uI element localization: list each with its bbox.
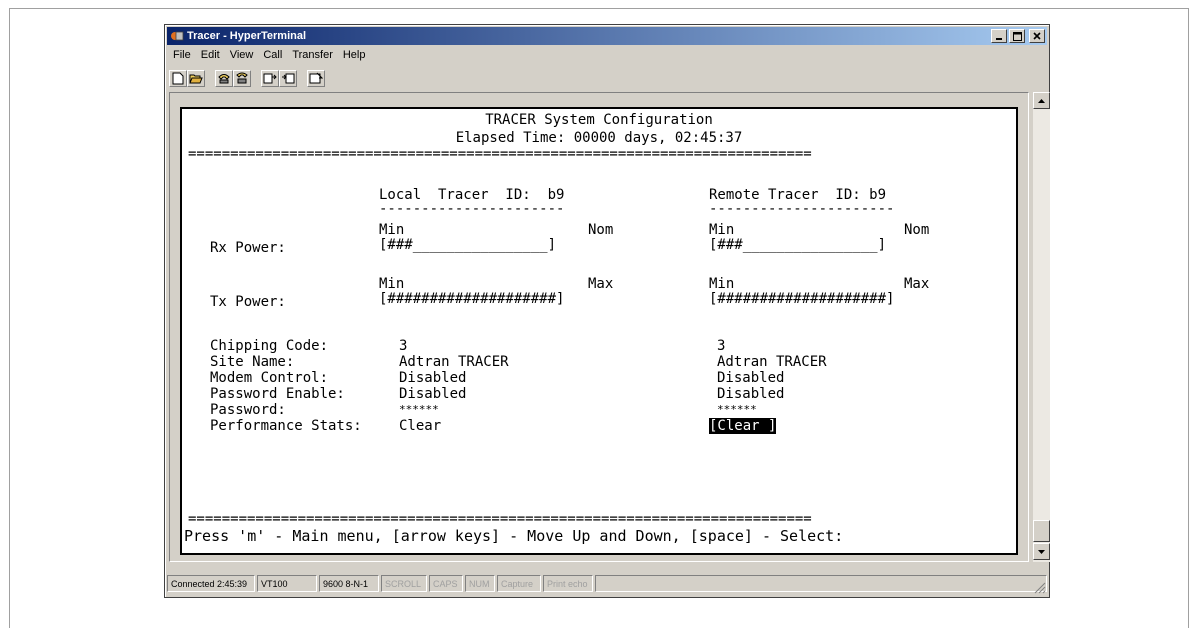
status-bar: Connected 2:45:39 VT100 9600 8-N-1 SCROL… <box>167 575 1047 595</box>
elapsed-time: Elapsed Time: 00000 days, 02:45:37 <box>455 130 743 146</box>
tx-remote-max: Max <box>904 276 930 292</box>
status-spacer <box>595 575 1047 592</box>
local-header-underline: ---------------------- <box>379 201 565 217</box>
rx-power-label: Rx Power: <box>210 240 286 256</box>
rx-local-min: Min <box>379 222 405 238</box>
password-enable-label: Password Enable: <box>210 386 345 402</box>
remote-header-underline: ---------------------- <box>709 201 895 217</box>
status-scroll: SCROLL <box>381 575 427 592</box>
top-separator: ========================================… <box>188 146 812 162</box>
modem-control-local: Disabled <box>399 370 467 386</box>
password-local: ****** <box>399 403 439 416</box>
tx-local-max: Max <box>588 276 614 292</box>
scroll-thumb[interactable] <box>1033 520 1050 542</box>
tx-remote-min: Min <box>709 276 735 292</box>
open-button[interactable] <box>187 69 205 87</box>
resize-grip-icon[interactable] <box>1034 582 1046 594</box>
arrow-up-icon <box>1038 98 1045 103</box>
command-prompt: Press 'm' - Main menu, [arrow keys] - Mo… <box>184 527 844 545</box>
status-print-echo: Print echo <box>543 575 593 592</box>
menu-transfer[interactable]: Transfer <box>288 46 339 64</box>
site-name-label: Site Name: <box>210 354 295 370</box>
disconnect-icon <box>236 72 248 84</box>
password-remote: ****** <box>717 403 757 416</box>
status-num: NUM <box>465 575 495 592</box>
status-caps: CAPS <box>429 575 463 592</box>
menu-edit[interactable]: Edit <box>197 46 226 64</box>
menu-view[interactable]: View <box>226 46 260 64</box>
window-title: Tracer - HyperTerminal <box>187 30 307 42</box>
chipping-code-remote: 3 <box>717 338 726 354</box>
scroll-down-button[interactable] <box>1033 543 1050 560</box>
chipping-code-label: Chipping Code: <box>210 338 329 354</box>
receive-button[interactable] <box>279 69 297 87</box>
performance-stats-remote-selected[interactable]: [Clear ] <box>709 418 777 434</box>
scroll-up-button[interactable] <box>1033 92 1050 109</box>
receive-icon <box>282 73 295 84</box>
password-enable-remote: Disabled <box>717 386 785 402</box>
properties-icon <box>309 72 323 84</box>
rx-remote-bar: [###________________] <box>709 237 887 253</box>
terminal-screen[interactable]: TRACER System Configuration Elapsed Time… <box>180 107 1018 555</box>
call-icon <box>218 74 230 84</box>
close-icon <box>1033 32 1041 40</box>
properties-button[interactable] <box>307 69 325 87</box>
status-port-settings: 9600 8-N-1 <box>319 575 379 592</box>
tx-power-label: Tx Power: <box>210 294 286 310</box>
close-button[interactable] <box>1029 29 1045 43</box>
status-connected: Connected 2:45:39 <box>167 575 255 592</box>
status-capture: Capture <box>497 575 541 592</box>
menu-call[interactable]: Call <box>259 46 288 64</box>
hyperterminal-app-icon <box>171 31 184 41</box>
maximize-button[interactable] <box>1009 29 1025 43</box>
vertical-scrollbar[interactable] <box>1033 92 1050 562</box>
new-document-button[interactable] <box>169 69 187 87</box>
password-enable-local: Disabled <box>399 386 467 402</box>
rx-local-nom: Nom <box>588 222 614 238</box>
tx-local-min: Min <box>379 276 405 292</box>
menu-bar: File Edit View Call Transfer Help <box>169 46 371 64</box>
site-name-local: Adtran TRACER <box>399 354 509 370</box>
modem-control-remote: Disabled <box>717 370 785 386</box>
new-document-icon <box>172 72 184 84</box>
title-bar[interactable]: Tracer - HyperTerminal <box>167 27 1047 45</box>
hyperterminal-window: Tracer - HyperTerminal File Edit View Ca… <box>164 24 1050 598</box>
performance-stats-local: Clear <box>399 418 442 434</box>
tx-local-bar: [####################] <box>379 291 565 307</box>
password-label: Password: <box>210 402 286 418</box>
status-emulation: VT100 <box>257 575 317 592</box>
screen-title: TRACER System Configuration <box>485 112 713 128</box>
tx-remote-bar: [####################] <box>709 291 895 307</box>
chipping-code-local: 3 <box>399 338 408 354</box>
minimize-button[interactable] <box>991 29 1007 43</box>
site-name-remote: Adtran TRACER <box>717 354 827 370</box>
minimize-icon <box>996 38 1002 40</box>
toolbar <box>169 67 331 89</box>
disconnect-button[interactable] <box>233 69 251 87</box>
rx-remote-nom: Nom <box>904 222 930 238</box>
bottom-separator: ========================================… <box>188 511 812 527</box>
call-button[interactable] <box>215 69 233 87</box>
send-icon <box>263 73 277 84</box>
send-button[interactable] <box>261 69 279 87</box>
arrow-down-icon <box>1038 549 1045 554</box>
modem-control-label: Modem Control: <box>210 370 329 386</box>
performance-stats-label: Performance Stats: <box>210 418 362 434</box>
terminal-frame: TRACER System Configuration Elapsed Time… <box>169 92 1029 562</box>
maximize-icon <box>1012 31 1022 41</box>
menu-help[interactable]: Help <box>339 46 372 64</box>
rx-remote-min: Min <box>709 222 735 238</box>
open-folder-icon <box>189 74 203 84</box>
menu-file[interactable]: File <box>169 46 197 64</box>
rx-local-bar: [###________________] <box>379 237 557 253</box>
